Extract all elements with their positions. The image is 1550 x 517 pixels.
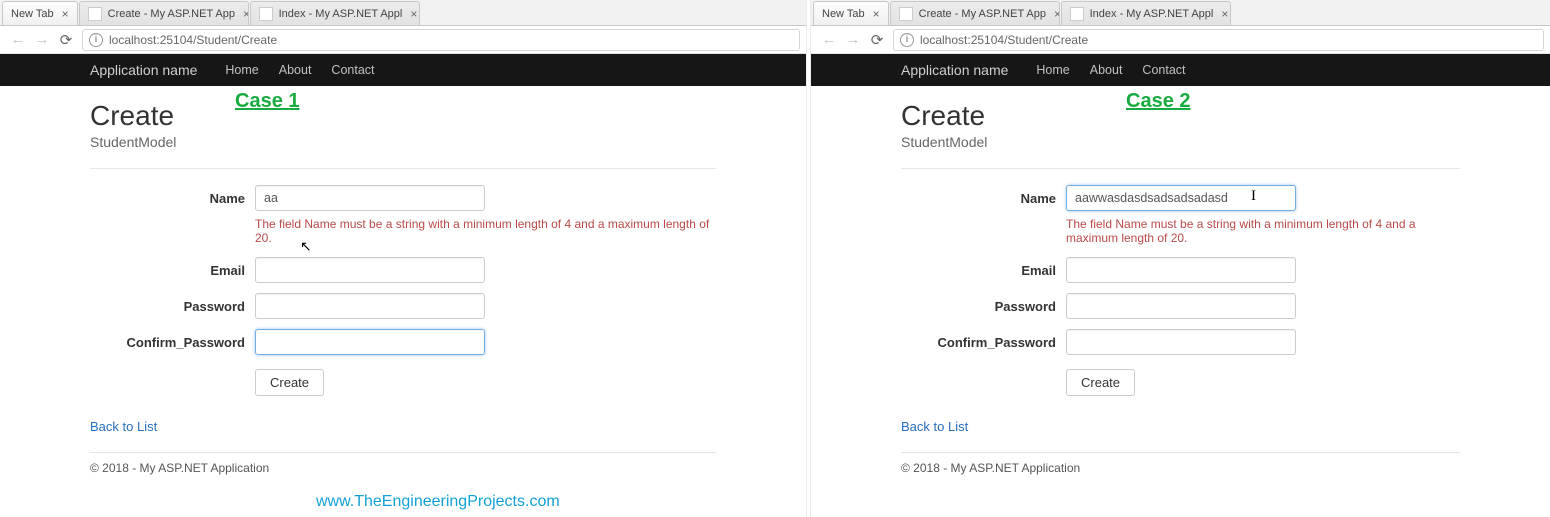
nav-link-contact[interactable]: Contact [331, 63, 374, 77]
footer-text: © 2018 - My ASP.NET Application [90, 461, 716, 475]
case-label: Case 2 [1126, 90, 1191, 113]
favicon-icon [899, 7, 913, 21]
back-icon[interactable]: ← [9, 31, 27, 49]
info-icon[interactable]: i [900, 33, 914, 47]
browser-tab-newtab[interactable]: New Tab × [2, 1, 78, 25]
tab-title: Index - My ASP.NET Appl [1090, 8, 1214, 20]
back-icon[interactable]: ← [820, 31, 838, 49]
label-password: Password [901, 299, 1066, 314]
label-email: Email [90, 263, 255, 278]
divider [901, 452, 1460, 453]
divider [90, 452, 716, 453]
validation-message-name: The field Name must be a string with a m… [1066, 217, 1460, 245]
create-button[interactable]: Create [1066, 369, 1135, 396]
nav-link-home[interactable]: Home [1036, 63, 1069, 77]
back-to-list-link[interactable]: Back to List [901, 419, 968, 434]
navbar-brand[interactable]: Application name [90, 62, 197, 78]
nav-link-home[interactable]: Home [225, 63, 258, 77]
browser-tab-index[interactable]: Index - My ASP.NET Appl × [1061, 1, 1231, 25]
address-url: localhost:25104/Student/Create [109, 33, 277, 47]
browser-tab-create[interactable]: Create - My ASP.NET App × [79, 1, 249, 25]
label-name: Name [90, 191, 255, 206]
forward-icon[interactable]: → [33, 31, 51, 49]
email-input[interactable] [1066, 257, 1296, 283]
site-navbar: Application name Home About Contact [0, 54, 806, 86]
navbar-brand[interactable]: Application name [901, 62, 1008, 78]
tab-title: Create - My ASP.NET App [108, 8, 235, 20]
close-icon[interactable]: × [410, 7, 417, 21]
page-title: Create [90, 100, 716, 132]
favicon-icon [1070, 7, 1084, 21]
browser-tab-strip: New Tab × Create - My ASP.NET App × Inde… [0, 0, 806, 26]
email-input[interactable] [255, 257, 485, 283]
browser-tab-strip: New Tab × Create - My ASP.NET App × Inde… [811, 0, 1550, 26]
reload-icon[interactable]: ⟳ [57, 31, 75, 49]
back-to-list-link[interactable]: Back to List [90, 419, 157, 434]
footer-text: © 2018 - My ASP.NET Application [901, 461, 1460, 475]
create-button[interactable]: Create [255, 369, 324, 396]
browser-toolbar: ← → ⟳ i localhost:25104/Student/Create [0, 26, 806, 54]
watermark-text: www.TheEngineeringProjects.com [316, 493, 560, 511]
validation-message-name: The field Name must be a string with a m… [255, 217, 716, 245]
close-icon[interactable]: × [62, 7, 69, 21]
close-icon[interactable]: × [1054, 7, 1060, 21]
page-subtitle: StudentModel [90, 134, 716, 150]
tab-title: New Tab [11, 8, 54, 20]
label-confirm-password: Confirm_Password [90, 335, 255, 350]
close-icon[interactable]: × [1221, 7, 1228, 21]
tab-title: Index - My ASP.NET Appl [279, 8, 403, 20]
page-subtitle: StudentModel [901, 134, 1460, 150]
address-bar[interactable]: i localhost:25104/Student/Create [893, 29, 1544, 51]
divider [90, 168, 716, 169]
tab-title: Create - My ASP.NET App [919, 8, 1046, 20]
favicon-icon [88, 7, 102, 21]
browser-tab-index[interactable]: Index - My ASP.NET Appl × [250, 1, 420, 25]
info-icon[interactable]: i [89, 33, 103, 47]
site-navbar: Application name Home About Contact [811, 54, 1550, 86]
page-content: Create StudentModel Case 2 Name I The fi… [811, 86, 1550, 475]
nav-link-contact[interactable]: Contact [1142, 63, 1185, 77]
confirm-password-input[interactable] [255, 329, 485, 355]
forward-icon[interactable]: → [844, 31, 862, 49]
case-label: Case 1 [235, 90, 300, 113]
label-name: Name [901, 191, 1066, 206]
back-link: Back to List [90, 419, 716, 434]
nav-link-about[interactable]: About [1090, 63, 1123, 77]
address-bar[interactable]: i localhost:25104/Student/Create [82, 29, 800, 51]
nav-link-about[interactable]: About [279, 63, 312, 77]
label-confirm-password: Confirm_Password [901, 335, 1066, 350]
name-input[interactable] [255, 185, 485, 211]
label-password: Password [90, 299, 255, 314]
browser-tab-create[interactable]: Create - My ASP.NET App × [890, 1, 1060, 25]
divider [901, 168, 1460, 169]
tab-title: New Tab [822, 8, 865, 20]
browser-tab-newtab[interactable]: New Tab × [813, 1, 889, 25]
name-input[interactable] [1066, 185, 1296, 211]
confirm-password-input[interactable] [1066, 329, 1296, 355]
back-link: Back to List [901, 419, 1460, 434]
address-url: localhost:25104/Student/Create [920, 33, 1088, 47]
favicon-icon [259, 7, 273, 21]
close-icon[interactable]: × [243, 7, 249, 21]
reload-icon[interactable]: ⟳ [868, 31, 886, 49]
label-email: Email [901, 263, 1066, 278]
password-input[interactable] [1066, 293, 1296, 319]
page-content: Create StudentModel Case 1 Name The fiel… [0, 86, 806, 475]
password-input[interactable] [255, 293, 485, 319]
browser-toolbar: ← → ⟳ i localhost:25104/Student/Create [811, 26, 1550, 54]
close-icon[interactable]: × [873, 7, 880, 21]
